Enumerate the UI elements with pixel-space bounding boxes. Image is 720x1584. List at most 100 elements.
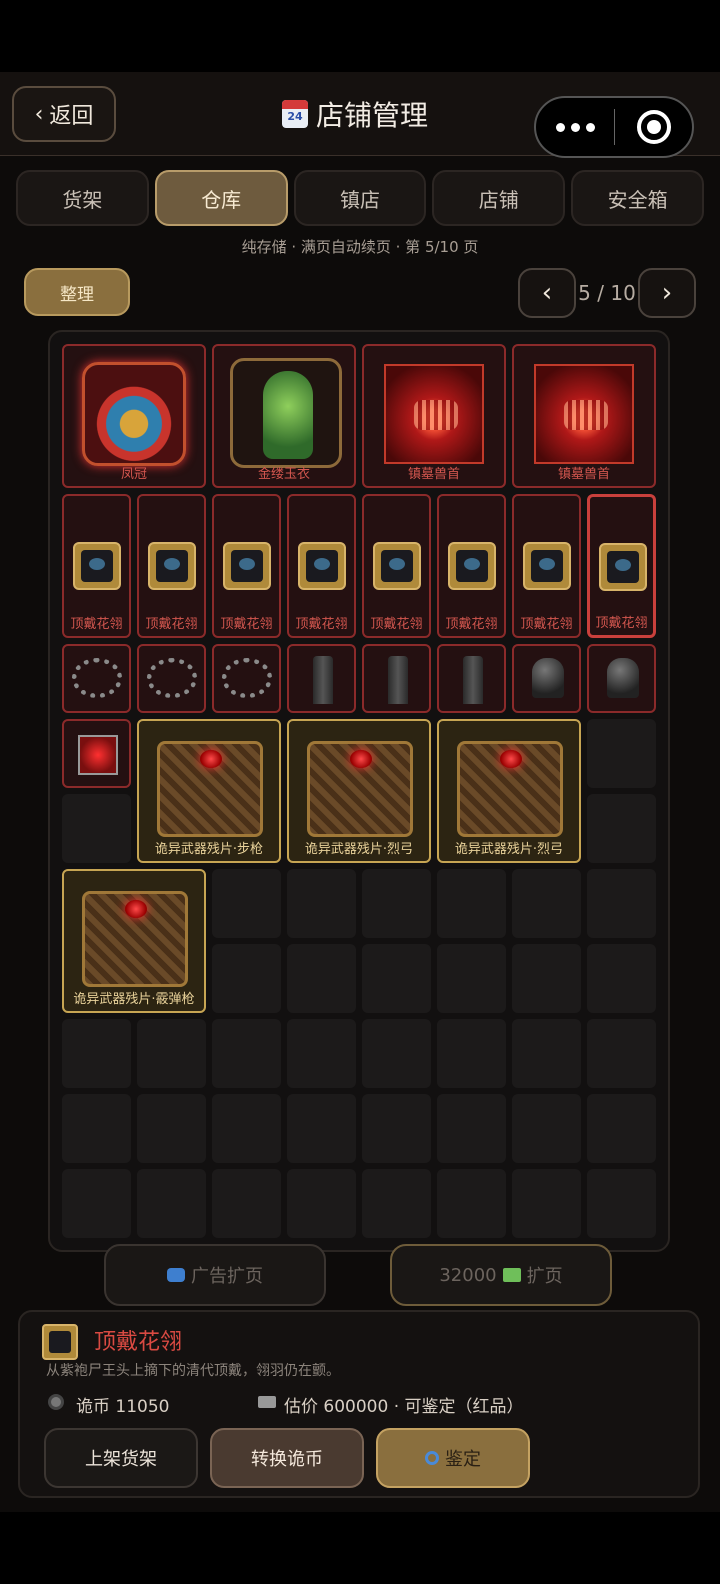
beast-head-image [534,364,634,464]
item-beast-head[interactable]: 镇墓兽首 [512,344,656,488]
empty-slot[interactable] [62,1169,131,1238]
empty-slot[interactable] [362,944,431,1013]
empty-slot[interactable] [212,869,281,938]
empty-slot[interactable] [287,1019,356,1088]
more-icon[interactable] [536,122,614,132]
prev-page-button[interactable]: ‹ [518,268,576,318]
empty-slot[interactable] [362,1169,431,1238]
empty-slot[interactable] [437,869,506,938]
tab-safebox[interactable]: 安全箱 [571,170,704,226]
empty-slot[interactable] [212,1094,281,1163]
item-weapon-chest[interactable]: 诡异武器残片·霰弹枪 [62,869,206,1013]
close-icon[interactable] [615,110,692,144]
item-prayer-beads[interactable] [62,644,131,713]
tab-shelf[interactable]: 货架 [16,170,149,226]
empty-slot[interactable] [587,869,656,938]
item-label: 顶戴花翎 [145,617,198,632]
empty-slot[interactable] [587,944,656,1013]
tab-warehouse[interactable]: 仓库 [154,170,288,226]
empty-slot[interactable] [212,944,281,1013]
page-title: 24 店铺管理 [282,94,428,134]
back-button[interactable]: ‹ 返回 [12,86,116,142]
item-tablet[interactable] [362,644,431,713]
item-crown[interactable]: 凤冠 [62,344,206,488]
item-hat[interactable]: 顶戴花翎 [362,494,431,638]
empty-slot[interactable] [287,1094,356,1163]
item-bell[interactable] [587,644,656,713]
empty-slot[interactable] [587,1094,656,1163]
item-tablet[interactable] [287,644,356,713]
identify-button[interactable]: 鉴定 [376,1428,530,1488]
calendar-icon: 24 [282,100,308,128]
empty-slot[interactable] [512,1094,581,1163]
item-hat[interactable]: 顶戴花翎 [437,494,506,638]
empty-slot[interactable] [287,944,356,1013]
item-weapon-chest[interactable]: 诡异武器残片·烈弓 [437,719,581,863]
empty-slot[interactable] [212,1019,281,1088]
item-weapon-chest[interactable]: 诡异武器残片·烈弓 [287,719,431,863]
item-bell[interactable] [512,644,581,713]
empty-slot[interactable] [62,794,131,863]
item-hat[interactable]: 顶戴花翎 [137,494,206,638]
empty-slot[interactable] [137,1169,206,1238]
empty-slot[interactable] [362,1019,431,1088]
empty-slot[interactable] [62,1019,131,1088]
gem-image [78,735,118,775]
empty-slot[interactable] [587,1169,656,1238]
empty-slot[interactable] [287,869,356,938]
item-beast-head[interactable]: 镇墓兽首 [362,344,506,488]
item-prayer-beads[interactable] [212,644,281,713]
item-hat[interactable]: 顶戴花翎 [287,494,356,638]
beads-image [222,658,272,698]
tab-showcase[interactable]: 镇店 [293,170,427,226]
item-red-gem[interactable] [62,719,131,788]
item-label: 顶戴花翎 [370,617,423,632]
item-prayer-beads[interactable] [137,644,206,713]
back-label: 返回 [49,104,94,129]
item-label: 顶戴花翎 [70,617,123,632]
inventory-grid: 凤冠 金缕玉衣 镇墓兽首 镇墓兽首 顶戴花翎 顶戴花翎 顶戴花翎 顶戴花翎 顶戴… [62,344,656,1238]
status-bar [0,0,720,72]
empty-slot[interactable] [62,1094,131,1163]
empty-slot[interactable] [137,1094,206,1163]
item-armor[interactable]: 金缕玉衣 [212,344,356,488]
tab-store[interactable]: 店铺 [432,170,566,226]
item-label: 镇墓兽首 [557,467,610,482]
empty-slot[interactable] [437,944,506,1013]
empty-slot[interactable] [512,1019,581,1088]
armor-image [230,358,342,468]
convert-button[interactable]: 转换诡币 [210,1428,364,1488]
empty-slot[interactable] [137,1019,206,1088]
ad-expand-button[interactable]: 广告扩页 [104,1244,326,1306]
empty-slot[interactable] [512,869,581,938]
shelve-button[interactable]: 上架货架 [44,1428,198,1488]
item-weapon-chest[interactable]: 诡异武器残片·步枪 [137,719,281,863]
empty-slot[interactable] [587,1019,656,1088]
item-label: 金缕玉衣 [257,467,310,482]
empty-slot[interactable] [437,1094,506,1163]
pay-expand-button[interactable]: 32000 扩页 [390,1244,612,1306]
sort-button[interactable]: 整理 [24,268,130,316]
empty-slot[interactable] [512,1169,581,1238]
item-hat[interactable]: 顶戴花翎 [62,494,131,638]
empty-slot[interactable] [287,1169,356,1238]
identify-label: 鉴定 [445,1449,481,1470]
empty-slot[interactable] [362,1094,431,1163]
item-hat-selected[interactable]: 顶戴花翎 [587,494,656,638]
item-label: 顶戴花翎 [520,617,573,632]
item-hat[interactable]: 顶戴花翎 [212,494,281,638]
item-label: 顶戴花翎 [220,617,273,632]
empty-slot[interactable] [587,794,656,863]
chest-image [157,741,263,837]
item-label: 顶戴花翎 [595,616,648,631]
empty-slot[interactable] [512,944,581,1013]
empty-slot[interactable] [437,1169,506,1238]
beast-head-image [384,364,484,464]
next-page-button[interactable]: › [638,268,696,318]
empty-slot[interactable] [212,1169,281,1238]
empty-slot[interactable] [437,1019,506,1088]
item-tablet[interactable] [437,644,506,713]
item-hat[interactable]: 顶戴花翎 [512,494,581,638]
empty-slot[interactable] [587,719,656,788]
empty-slot[interactable] [362,869,431,938]
